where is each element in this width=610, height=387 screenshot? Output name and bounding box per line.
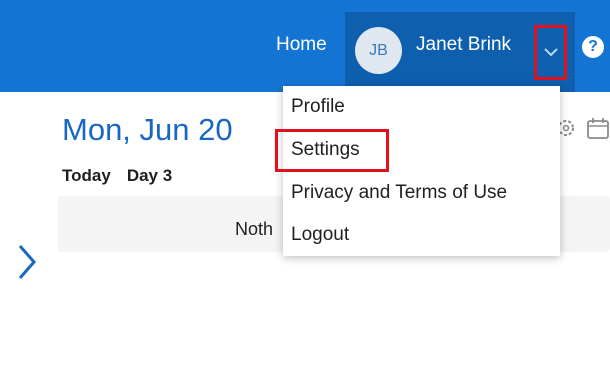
menu-item-profile[interactable]: Profile xyxy=(283,86,560,128)
help-icon[interactable]: ? xyxy=(582,36,604,58)
settings-highlight-box xyxy=(275,129,389,172)
schedule-status-text: Noth xyxy=(235,219,274,239)
day-label: Day 3 xyxy=(126,166,173,185)
today-label[interactable]: Today xyxy=(62,166,111,185)
avatar[interactable]: JB xyxy=(355,27,402,74)
menu-item-logout[interactable]: Logout xyxy=(283,214,560,256)
day-row: Today Day 3 xyxy=(62,166,188,186)
date-title: Mon, Jun 20 xyxy=(62,112,233,147)
user-name[interactable]: Janet Brink xyxy=(416,33,511,57)
menu-item-label: Logout xyxy=(291,224,350,245)
chevron-right-icon[interactable] xyxy=(16,242,38,282)
user-menu-chevron-button[interactable] xyxy=(534,25,567,80)
menu-item-label: Privacy and Terms of Use xyxy=(291,182,508,203)
chevron-down-icon xyxy=(544,48,558,57)
menu-item-privacy-terms[interactable]: Privacy and Terms of Use xyxy=(283,172,560,214)
menu-item-label: Profile xyxy=(291,96,345,117)
calendar-icon[interactable] xyxy=(586,116,610,140)
home-link[interactable]: Home xyxy=(276,33,327,57)
